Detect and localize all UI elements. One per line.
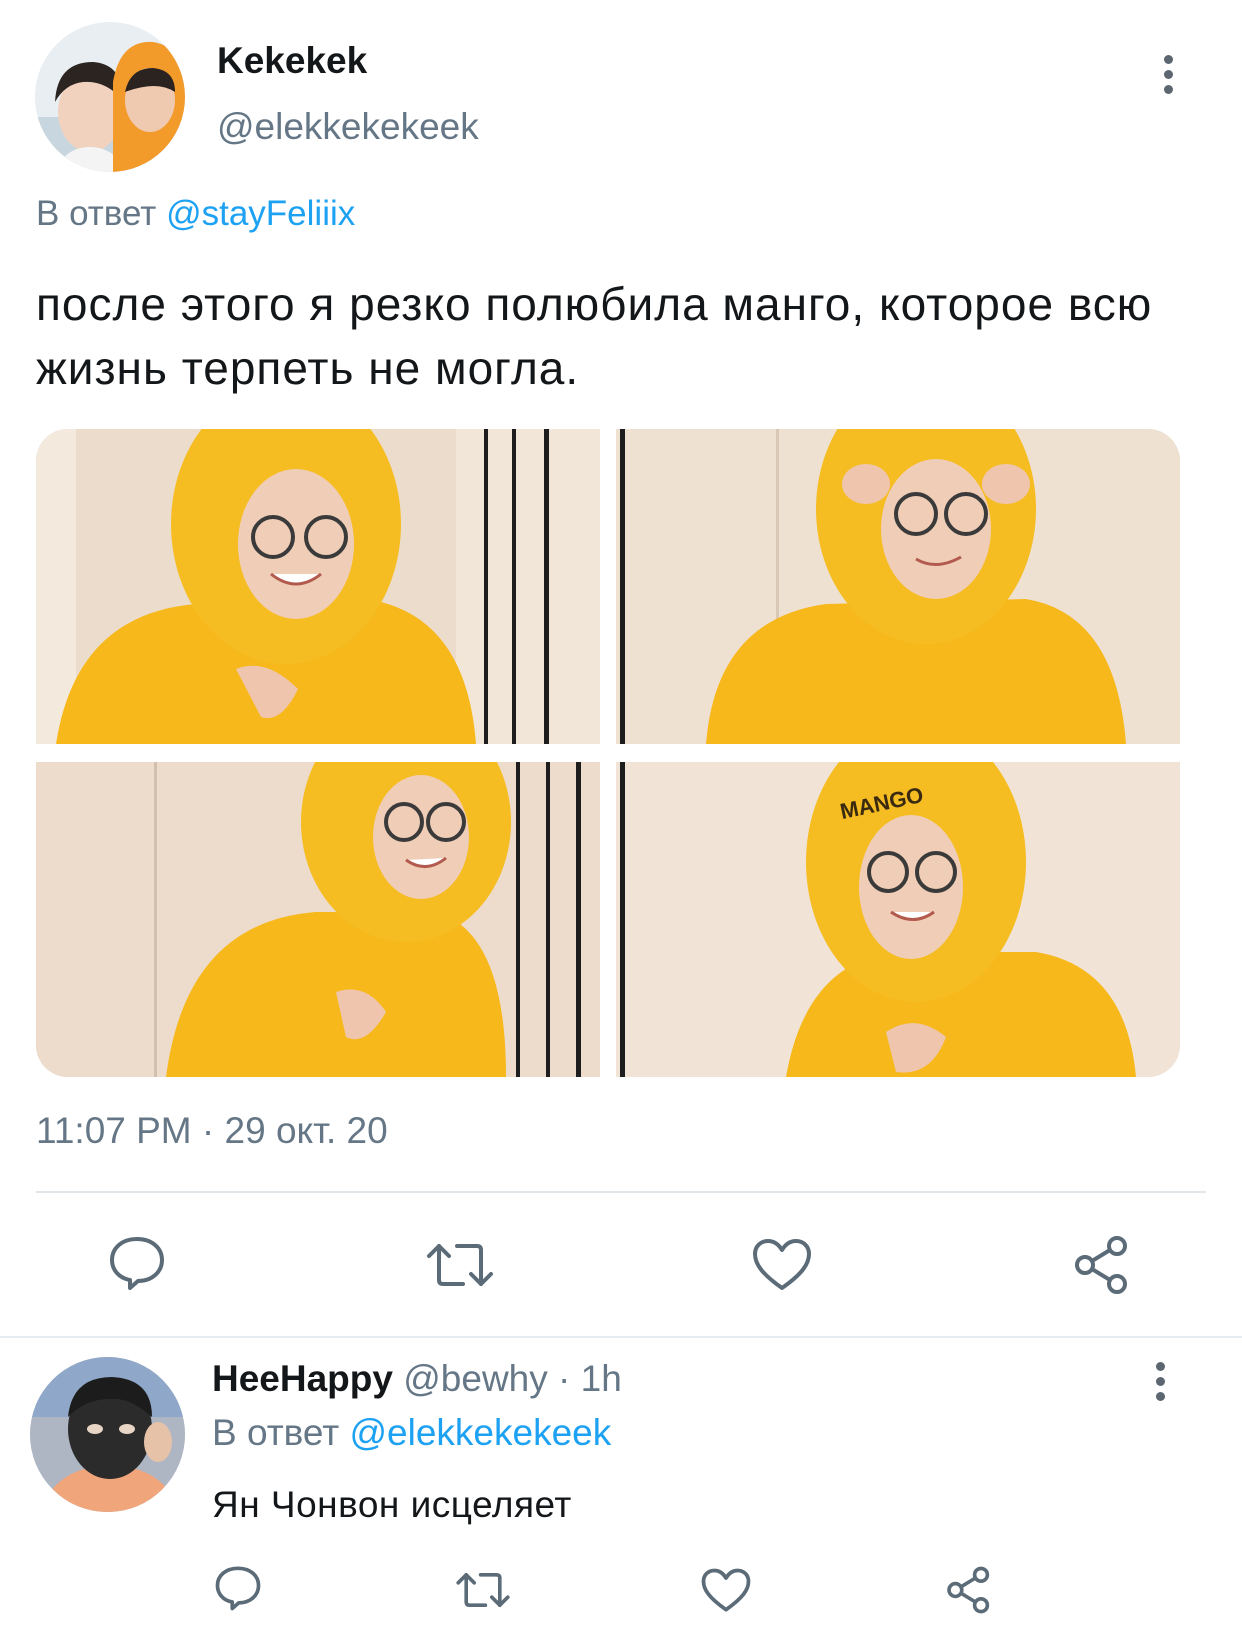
- reply-more-options-icon[interactable]: [1152, 1362, 1168, 1402]
- share-icon[interactable]: [945, 1566, 993, 1619]
- share-icon[interactable]: [1073, 1235, 1131, 1300]
- more-options-icon[interactable]: [1160, 55, 1176, 95]
- media-image-2[interactable]: [616, 429, 1180, 744]
- divider: [36, 1191, 1206, 1193]
- reply-author-handle[interactable]: @bewhy: [403, 1358, 548, 1399]
- reply-prefix: В ответ: [36, 194, 157, 233]
- reply-separator: ·: [547, 1358, 581, 1399]
- reply-prefix: В ответ: [212, 1412, 340, 1453]
- reply-mention-link[interactable]: @stayFeliiix: [166, 194, 355, 233]
- author-handle[interactable]: @elekkekekeek: [217, 106, 479, 148]
- reply-author-avatar[interactable]: [30, 1357, 185, 1512]
- reply-mention-link[interactable]: @elekkekekeek: [350, 1412, 612, 1453]
- media-image-1[interactable]: [36, 429, 600, 744]
- reply-icon[interactable]: [214, 1565, 262, 1616]
- reply-author-name[interactable]: HeeHappy: [212, 1358, 393, 1399]
- media-grid: MANGO: [36, 429, 1180, 1077]
- retweet-icon[interactable]: [425, 1238, 495, 1297]
- retweet-icon[interactable]: [455, 1568, 511, 1617]
- reply-icon[interactable]: [108, 1235, 166, 1296]
- author-name[interactable]: Kekekek: [217, 40, 367, 82]
- media-image-4[interactable]: MANGO: [616, 762, 1180, 1077]
- section-divider: [0, 1336, 1242, 1338]
- reply-context: В ответ @stayFeliiix: [36, 194, 355, 234]
- reply-time[interactable]: 1h: [581, 1358, 622, 1399]
- tweet-timestamp[interactable]: 11:07 PM · 29 окт. 20: [36, 1110, 388, 1152]
- like-icon[interactable]: [752, 1238, 812, 1297]
- reply-header: HeeHappy @bewhy · 1h: [212, 1358, 622, 1400]
- tweet-text: после этого я резко полюбила манго, кото…: [36, 278, 1153, 394]
- media-image-3[interactable]: [36, 762, 600, 1077]
- reply-context: В ответ @elekkekekeek: [212, 1412, 611, 1454]
- author-avatar[interactable]: [35, 22, 185, 172]
- reply-text: Ян Чонвон исцеляет: [212, 1484, 572, 1525]
- like-icon[interactable]: [701, 1568, 751, 1618]
